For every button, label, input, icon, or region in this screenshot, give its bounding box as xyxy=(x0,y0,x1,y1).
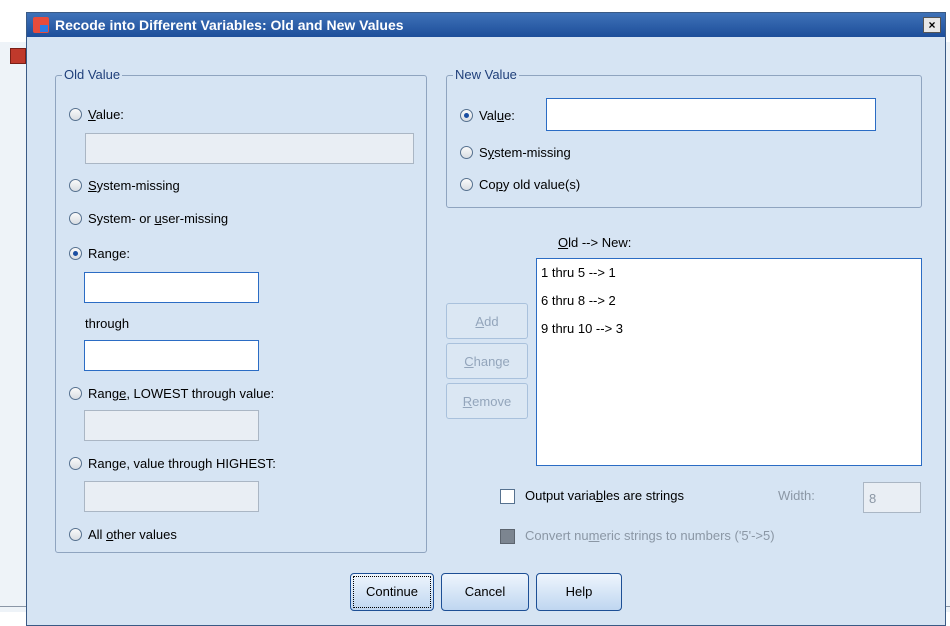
new-system-missing-radio[interactable]: System-missing xyxy=(460,145,571,160)
copy-old-values-label: Copy old value(s) xyxy=(479,177,581,192)
radio-icon xyxy=(69,108,82,121)
old-new-header: Old --> New: xyxy=(558,235,632,250)
old-value-legend: Old Value xyxy=(62,67,123,82)
new-value-legend: New Value xyxy=(453,67,519,82)
convert-numeric-checkbox[interactable] xyxy=(500,529,515,544)
old-new-list[interactable]: 1 thru 5 --> 1 6 thru 8 --> 2 9 thru 10 … xyxy=(536,258,922,466)
new-value-radio[interactable]: Value: xyxy=(460,108,515,123)
copy-old-values-radio[interactable]: Copy old value(s) xyxy=(460,177,580,192)
recode-values-dialog: Recode into Different Variables: Old and… xyxy=(26,12,946,626)
help-button[interactable]: Help xyxy=(536,573,622,611)
all-other-values-radio[interactable]: All other values xyxy=(69,527,177,542)
range-highest-label: Range, value through HIGHEST: xyxy=(88,456,276,471)
old-system-missing-label: System-missing xyxy=(88,178,180,193)
list-item[interactable]: 6 thru 8 --> 2 xyxy=(541,293,917,321)
list-item[interactable]: 9 thru 10 --> 3 xyxy=(541,321,917,349)
list-item[interactable]: 1 thru 5 --> 1 xyxy=(541,265,917,293)
range-lowest-label: Range, LOWEST through value: xyxy=(88,386,275,401)
old-range-label: Range: xyxy=(88,246,130,261)
width-value: 8 xyxy=(869,491,877,506)
old-value-radio[interactable]: Value: xyxy=(69,107,124,122)
radio-icon xyxy=(69,179,82,192)
output-strings-checkbox[interactable] xyxy=(500,489,515,504)
old-range-radio[interactable]: Range: xyxy=(69,246,130,261)
radio-icon xyxy=(69,387,82,400)
spss-app-icon xyxy=(33,17,49,33)
add-button[interactable]: Add xyxy=(446,303,528,339)
all-other-values-label: All other values xyxy=(88,527,177,542)
old-system-or-user-missing-label: System- or user-missing xyxy=(88,211,229,226)
output-strings-label: Output variables are strings xyxy=(525,488,684,503)
title-bar[interactable]: Recode into Different Variables: Old and… xyxy=(27,13,945,37)
cancel-button[interactable]: Cancel xyxy=(441,573,529,611)
old-value-label: Value: xyxy=(88,107,124,122)
new-value-label: Value: xyxy=(479,108,515,123)
through-label: through xyxy=(85,316,130,331)
close-button[interactable]: × xyxy=(923,17,941,33)
width-label: Width: xyxy=(778,488,815,503)
radio-icon xyxy=(69,528,82,541)
convert-numeric-label: Convert numeric strings to numbers ('5'-… xyxy=(525,528,775,543)
radio-selected-icon xyxy=(460,109,473,122)
dialog-title: Recode into Different Variables: Old and… xyxy=(55,17,404,33)
remove-button[interactable]: Remove xyxy=(446,383,528,419)
radio-icon xyxy=(460,146,473,159)
range-highest-radio[interactable]: Range, value through HIGHEST: xyxy=(69,456,276,471)
new-system-missing-label: System-missing xyxy=(479,145,571,160)
old-system-missing-radio[interactable]: System-missing xyxy=(69,178,180,193)
change-button[interactable]: Change xyxy=(446,343,528,379)
range-lowest-input[interactable] xyxy=(84,410,259,441)
new-value-input[interactable] xyxy=(546,98,876,131)
old-system-or-user-missing-radio[interactable]: System- or user-missing xyxy=(69,211,228,226)
range-from-input[interactable] xyxy=(84,272,259,303)
range-highest-input[interactable] xyxy=(84,481,259,512)
radio-icon xyxy=(460,178,473,191)
old-value-input[interactable] xyxy=(85,133,414,164)
width-input[interactable]: 8 xyxy=(863,482,921,513)
radio-selected-icon xyxy=(69,247,82,260)
range-lowest-radio[interactable]: Range, LOWEST through value: xyxy=(69,386,274,401)
radio-icon xyxy=(69,457,82,470)
background-app-icon xyxy=(10,48,26,64)
radio-icon xyxy=(69,212,82,225)
continue-button[interactable]: Continue xyxy=(350,573,434,611)
range-to-input[interactable] xyxy=(84,340,259,371)
